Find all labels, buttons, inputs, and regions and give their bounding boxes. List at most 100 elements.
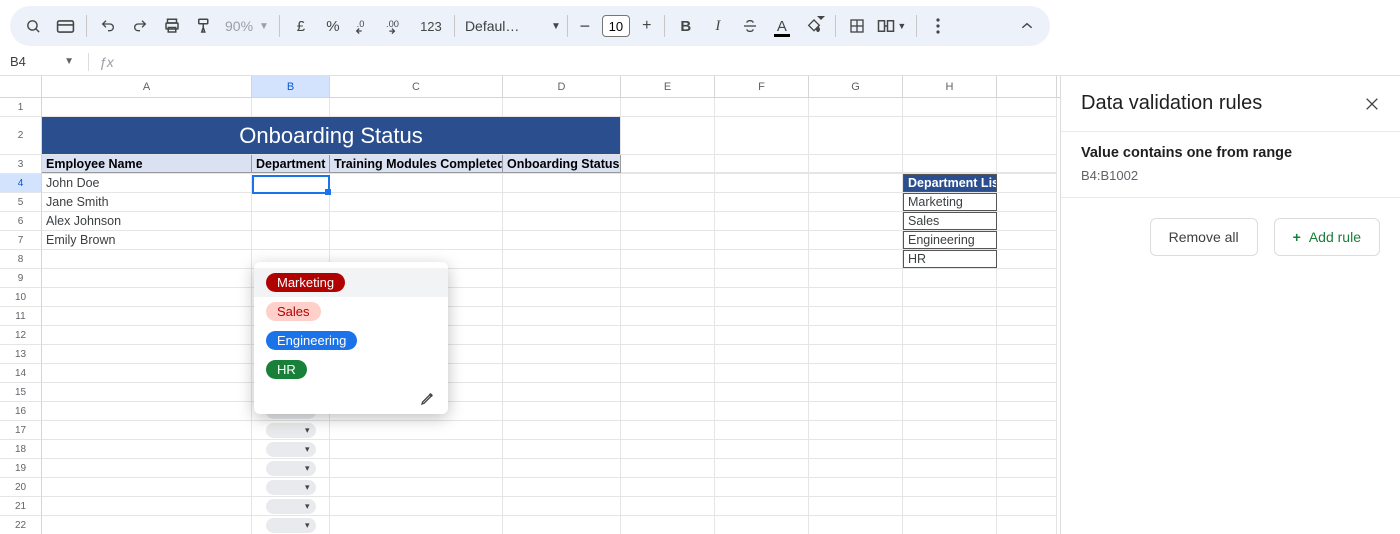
cell[interactable] [715,117,809,154]
column-header-cell[interactable]: Training Modules Completed [330,155,503,173]
row-header[interactable]: 22 [0,516,42,534]
cell[interactable] [42,288,252,306]
cell[interactable] [621,497,715,515]
cell[interactable] [503,402,621,420]
cell[interactable] [503,440,621,458]
cell[interactable] [809,459,903,477]
redo-icon[interactable] [125,11,155,41]
row-header[interactable]: 9 [0,269,42,288]
cell[interactable] [330,497,503,515]
cell[interactable] [997,326,1057,344]
cell[interactable] [715,383,809,401]
cell[interactable] [42,383,252,401]
row-header[interactable]: 17 [0,421,42,440]
cell[interactable] [997,288,1057,306]
cell[interactable] [809,288,903,306]
select-all-corner[interactable] [0,76,42,97]
remove-all-button[interactable]: Remove all [1150,218,1258,256]
column-header-cell[interactable]: Onboarding Status [503,155,621,173]
cell[interactable] [809,117,903,154]
cell[interactable] [715,250,809,268]
row-header[interactable]: 12 [0,326,42,345]
row-header[interactable]: 16 [0,402,42,421]
dept-list-header[interactable]: Department List [903,174,997,192]
cell[interactable] [503,193,621,211]
search-icon[interactable] [18,11,48,41]
row-header[interactable]: 11 [0,307,42,326]
cell[interactable] [903,288,997,306]
cell[interactable] [503,345,621,363]
dept-list-item[interactable]: Engineering [903,231,997,249]
cell[interactable] [809,402,903,420]
add-rule-button[interactable]: + Add rule [1274,218,1380,256]
cell[interactable] [997,478,1057,496]
cell[interactable] [903,402,997,420]
cell[interactable] [715,307,809,325]
cell[interactable] [330,193,503,211]
collapse-toolbar-icon[interactable] [1012,11,1042,41]
dropdown-cell[interactable]: ▾ [252,440,330,458]
cell[interactable] [621,231,715,249]
cell[interactable] [809,98,903,116]
close-icon[interactable] [1364,96,1380,112]
menus-icon[interactable] [50,11,80,41]
col-header-E[interactable]: E [621,76,715,97]
more-formats-button[interactable]: 123 [414,11,448,41]
cell[interactable] [903,497,997,515]
cell[interactable] [330,212,503,230]
dv-option[interactable]: Marketing [254,268,448,297]
cell[interactable] [503,269,621,287]
cell[interactable] [997,117,1057,154]
cell[interactable] [621,383,715,401]
cell[interactable] [42,497,252,515]
cell[interactable] [42,364,252,382]
cell[interactable] [330,459,503,477]
increase-decimal-button[interactable]: .00 [382,11,412,41]
strikethrough-button[interactable] [735,11,765,41]
col-header-B[interactable]: B [252,76,330,97]
col-header-G[interactable]: G [809,76,903,97]
col-header-H[interactable]: H [903,76,997,97]
cell[interactable] [621,250,715,268]
cell[interactable] [809,269,903,287]
cell[interactable] [42,516,252,534]
cell[interactable] [42,345,252,363]
row-header[interactable]: 20 [0,478,42,497]
cell[interactable] [503,212,621,230]
cell[interactable] [621,326,715,344]
dropdown-cell[interactable]: ▾ [252,478,330,496]
cell[interactable] [997,250,1057,268]
row-header[interactable]: 8 [0,250,42,269]
cell[interactable] [715,212,809,230]
dv-option[interactable]: Sales [254,297,448,326]
cell[interactable] [621,364,715,382]
cell[interactable] [809,497,903,515]
cell[interactable] [42,250,252,268]
cell[interactable] [621,459,715,477]
cell[interactable] [809,440,903,458]
cell[interactable]: Emily Brown [42,231,252,249]
cell[interactable] [903,155,997,173]
cell[interactable] [809,155,903,173]
more-toolbar-icon[interactable] [923,11,953,41]
cell[interactable] [503,307,621,325]
cell[interactable] [621,98,715,116]
cell[interactable] [997,174,1057,192]
cell[interactable] [903,364,997,382]
cell[interactable] [715,269,809,287]
cell[interactable] [997,155,1057,173]
cell[interactable] [503,250,621,268]
cell[interactable] [903,383,997,401]
cell[interactable] [42,98,252,116]
cell[interactable] [503,231,621,249]
dv-option[interactable]: HR [254,355,448,384]
cell[interactable] [715,193,809,211]
cell[interactable] [715,459,809,477]
cell[interactable] [903,117,997,154]
cell[interactable] [621,288,715,306]
dept-list-item[interactable]: Marketing [903,193,997,211]
cell[interactable] [621,212,715,230]
cell[interactable] [503,459,621,477]
cell[interactable] [715,364,809,382]
cell[interactable] [621,269,715,287]
